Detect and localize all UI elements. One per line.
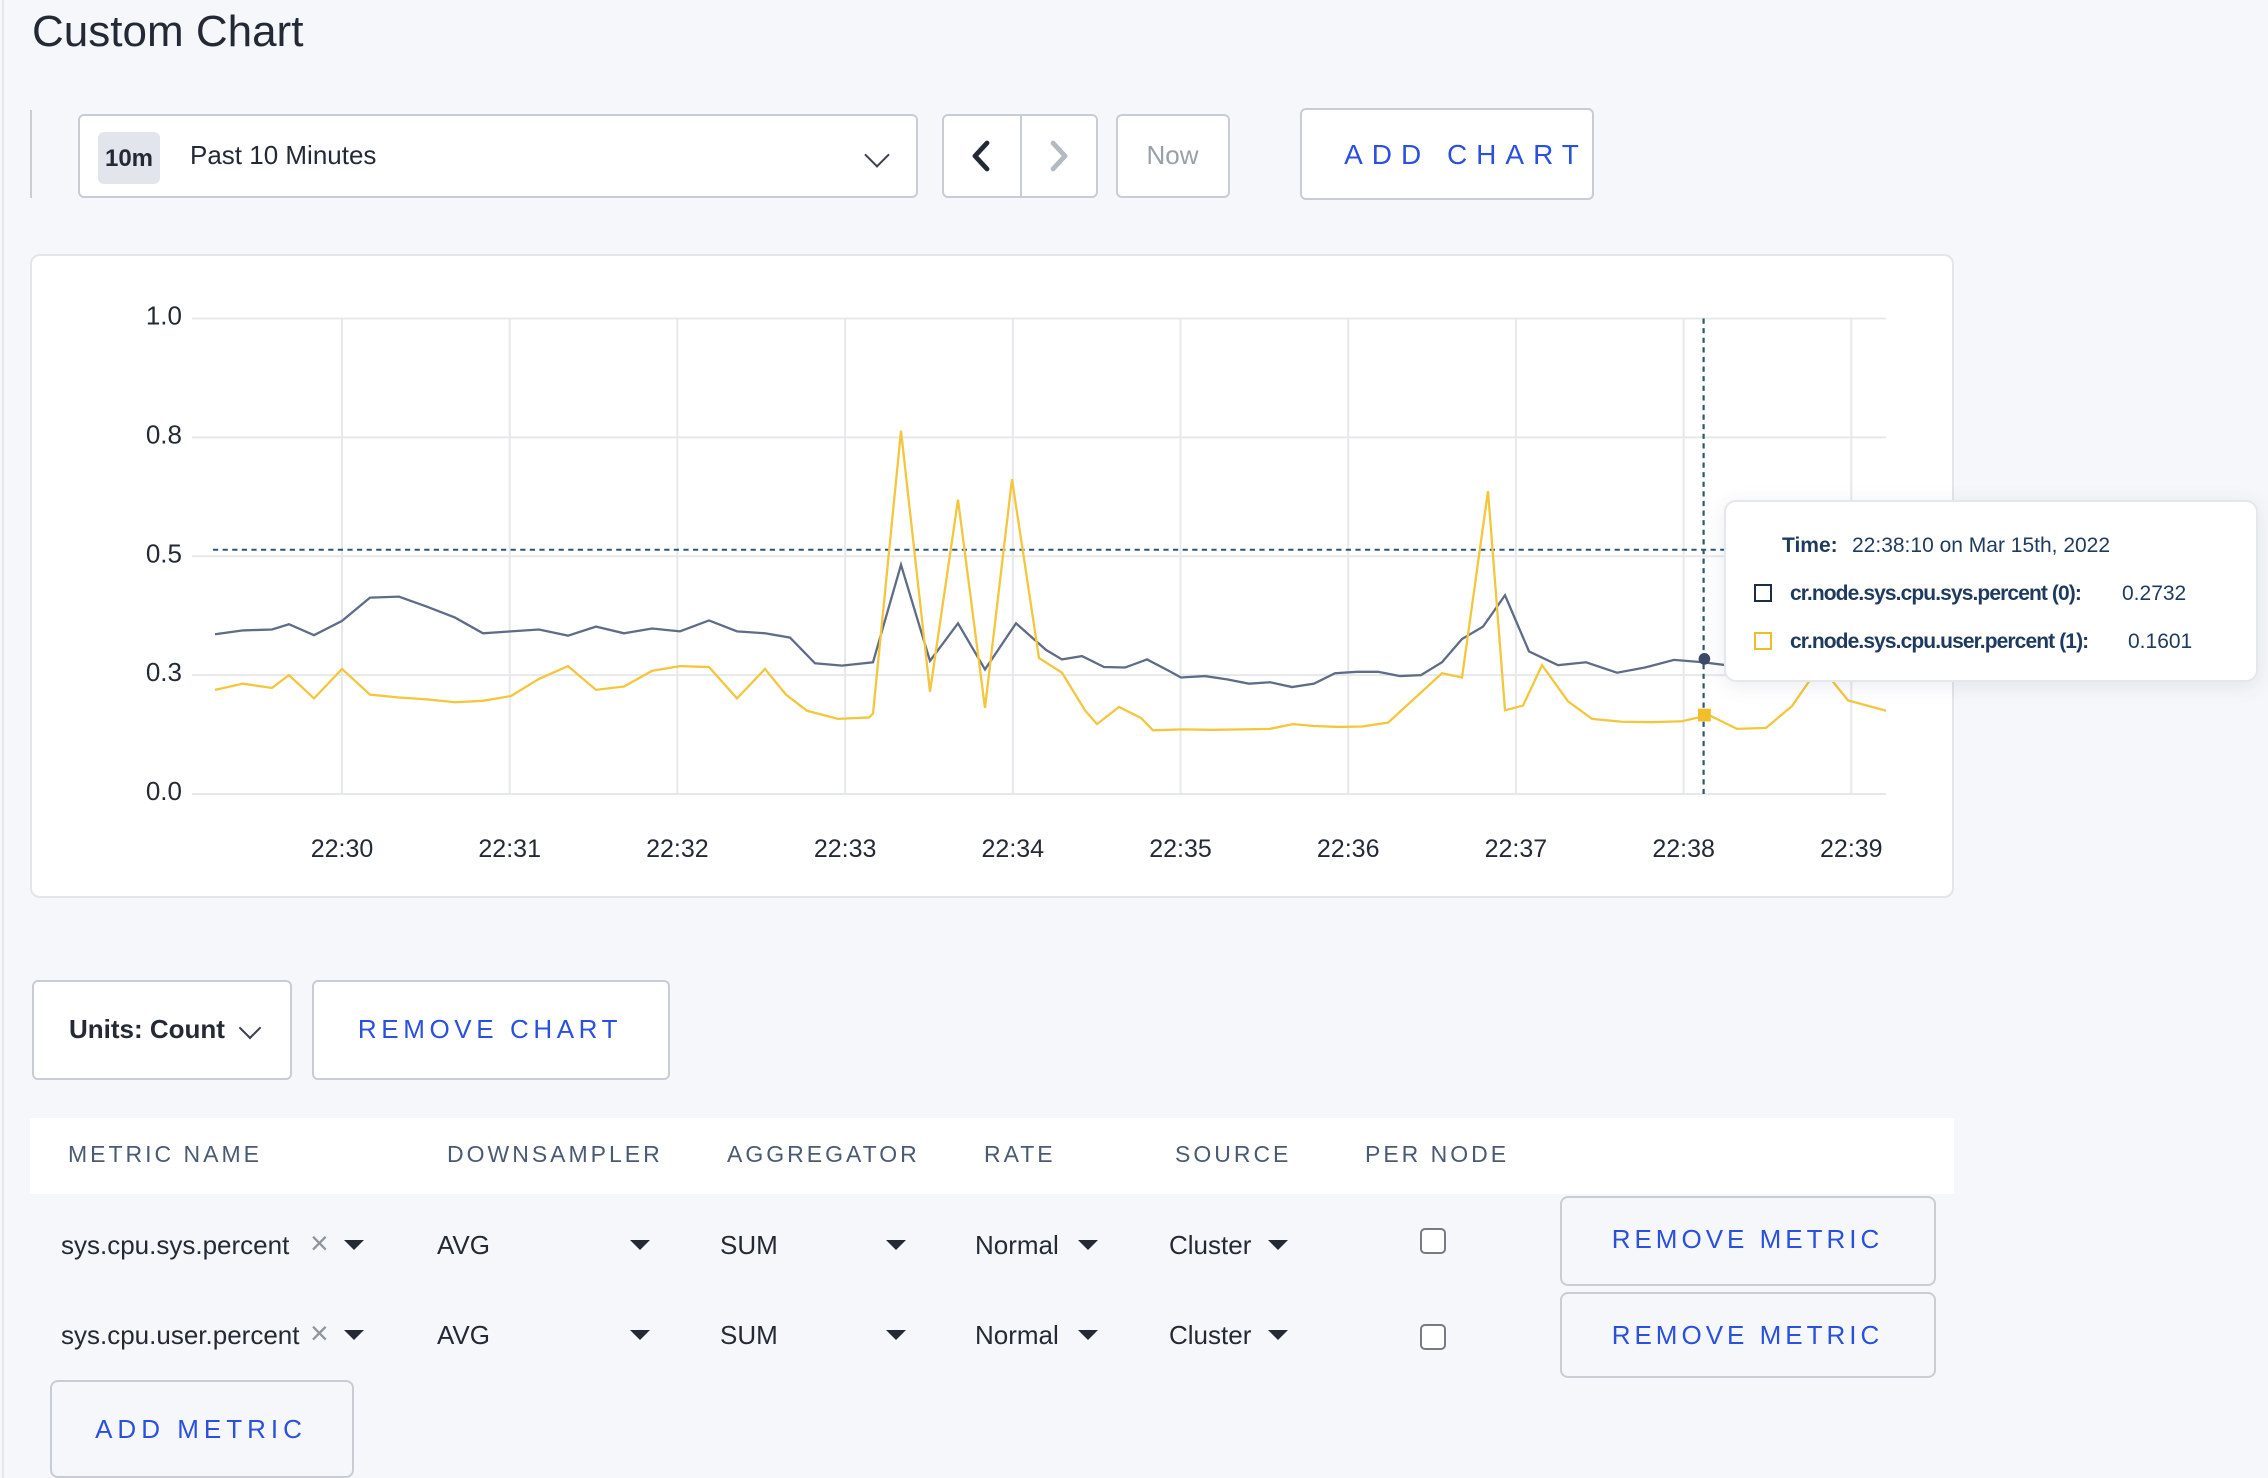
svg-text:22:39: 22:39 bbox=[1820, 834, 1883, 862]
svg-text:22:31: 22:31 bbox=[478, 834, 541, 862]
svg-text:22:32: 22:32 bbox=[646, 834, 709, 862]
svg-text:0.8: 0.8 bbox=[146, 418, 182, 448]
svg-text:22:36: 22:36 bbox=[1317, 834, 1380, 862]
svg-text:22:37: 22:37 bbox=[1485, 834, 1548, 862]
svg-text:22:30: 22:30 bbox=[311, 834, 374, 862]
svg-text:0.0: 0.0 bbox=[146, 775, 182, 805]
svg-text:22:33: 22:33 bbox=[814, 834, 877, 862]
svg-text:22:34: 22:34 bbox=[982, 834, 1045, 862]
svg-text:22:38: 22:38 bbox=[1652, 834, 1715, 862]
svg-text:1.0: 1.0 bbox=[146, 300, 182, 330]
svg-text:0.3: 0.3 bbox=[146, 656, 182, 686]
svg-text:22:35: 22:35 bbox=[1149, 834, 1212, 862]
svg-text:0.5: 0.5 bbox=[146, 537, 182, 567]
